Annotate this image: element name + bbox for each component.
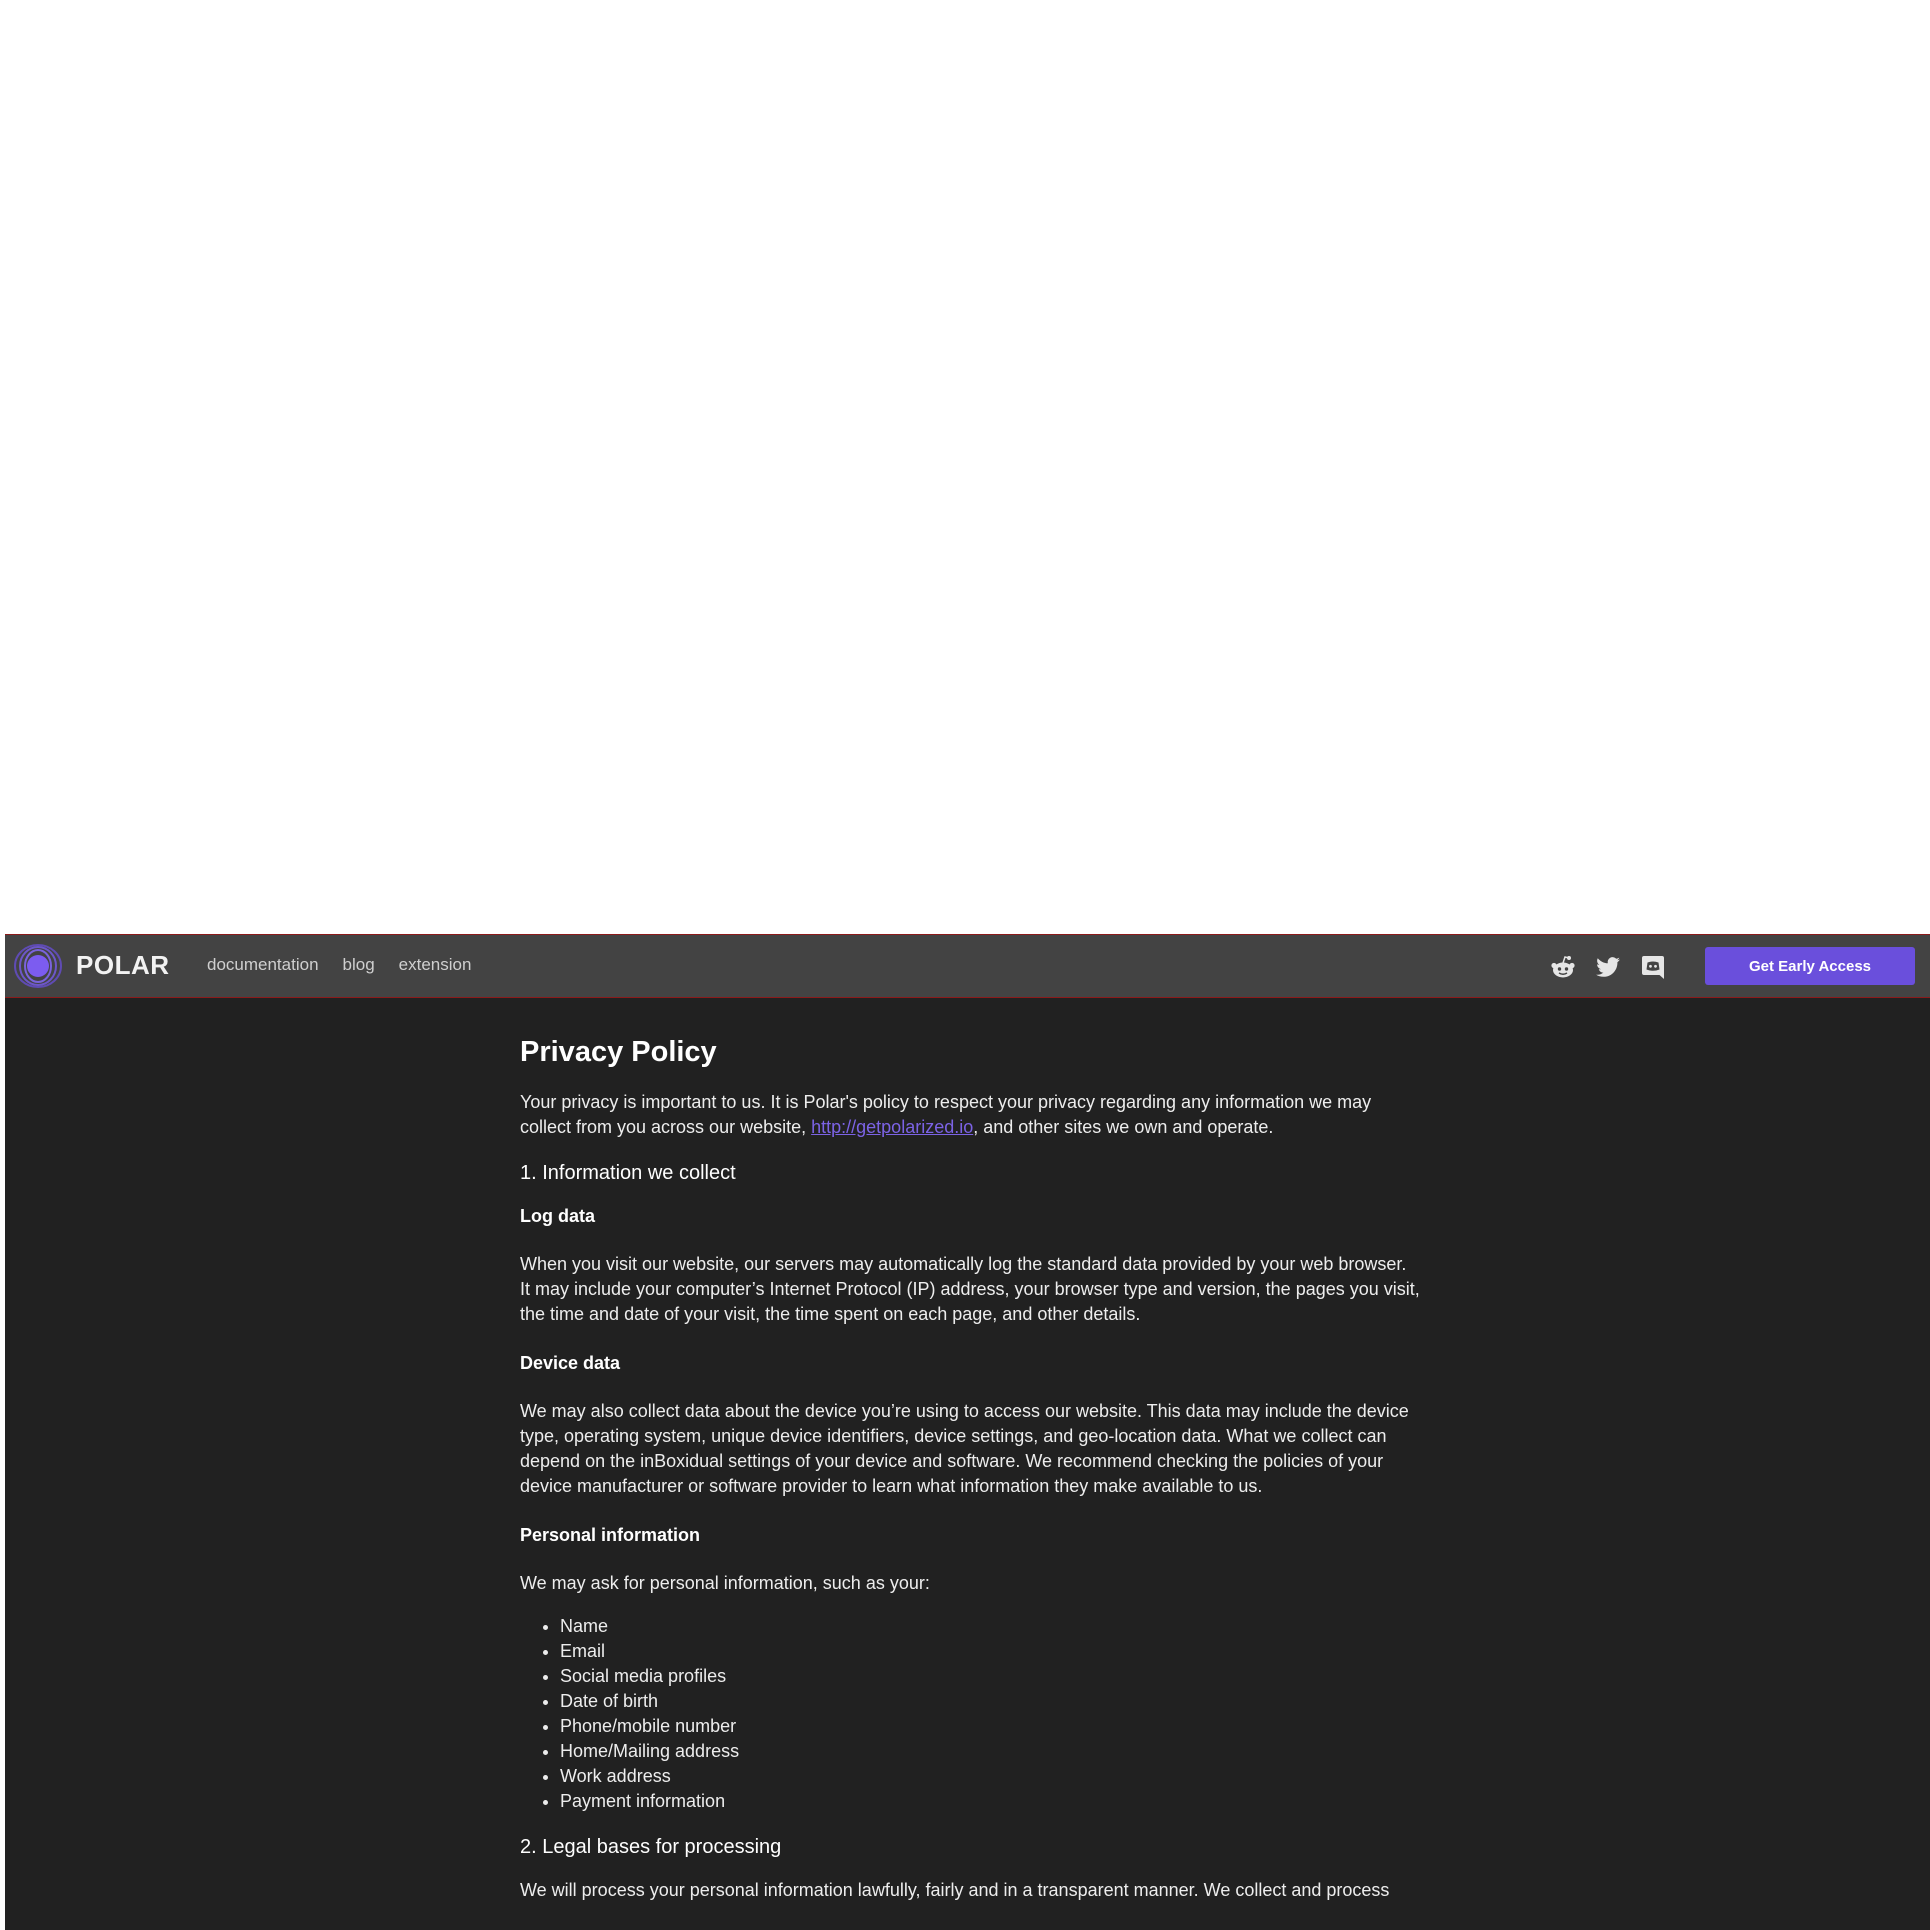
nav-link-blog[interactable]: blog	[343, 955, 375, 975]
list-item: Social media profiles	[560, 1664, 1420, 1689]
list-item: Phone/mobile number	[560, 1714, 1420, 1739]
section1-heading: 1. Information we collect	[520, 1162, 736, 1184]
intro-text-after: , and other sites we own and operate.	[973, 1117, 1274, 1137]
list-item: Home/Mailing address	[560, 1739, 1420, 1764]
get-early-access-button[interactable]: Get Early Access	[1705, 947, 1915, 985]
privacy-content: Privacy Policy Your privacy is important…	[520, 1034, 1420, 1903]
nav-link-extension[interactable]: extension	[399, 955, 472, 975]
app-frame: POLAR documentation blog extension Get E…	[5, 934, 1930, 1930]
polar-logo-icon[interactable]	[13, 943, 63, 989]
section2-text: We will process your personal informatio…	[520, 1880, 1390, 1900]
navbar: POLAR documentation blog extension Get E…	[5, 934, 1930, 998]
list-item: Email	[560, 1639, 1420, 1664]
discord-icon[interactable]	[1639, 953, 1667, 981]
brand-name[interactable]: POLAR	[76, 950, 170, 981]
list-item: Payment information	[560, 1789, 1420, 1814]
device-data-text: We may also collect data about the devic…	[520, 1401, 1409, 1496]
device-data-heading: Device data	[520, 1353, 621, 1373]
personal-info-heading: Personal information	[520, 1525, 701, 1545]
reddit-icon[interactable]	[1549, 953, 1577, 981]
personal-info-list: Name Email Social media profiles Date of…	[520, 1614, 1420, 1814]
blank-area	[0, 0, 1930, 934]
section2-heading: 2. Legal bases for processing	[520, 1836, 782, 1858]
personal-info-text: We may ask for personal information, suc…	[520, 1573, 930, 1593]
site-link[interactable]: http://getpolarized.io	[811, 1117, 973, 1137]
log-data-heading: Log data	[520, 1206, 595, 1226]
list-item: Date of birth	[560, 1689, 1420, 1714]
intro-paragraph: Your privacy is important to us. It is P…	[520, 1090, 1420, 1140]
log-data-text: When you visit our website, our servers …	[520, 1254, 1420, 1324]
page-title: Privacy Policy	[520, 1036, 717, 1068]
list-item: Work address	[560, 1764, 1420, 1789]
twitter-icon[interactable]	[1594, 953, 1622, 981]
nav-links: documentation blog extension	[207, 955, 471, 975]
list-item: Name	[560, 1614, 1420, 1639]
nav-link-documentation[interactable]: documentation	[207, 955, 319, 975]
